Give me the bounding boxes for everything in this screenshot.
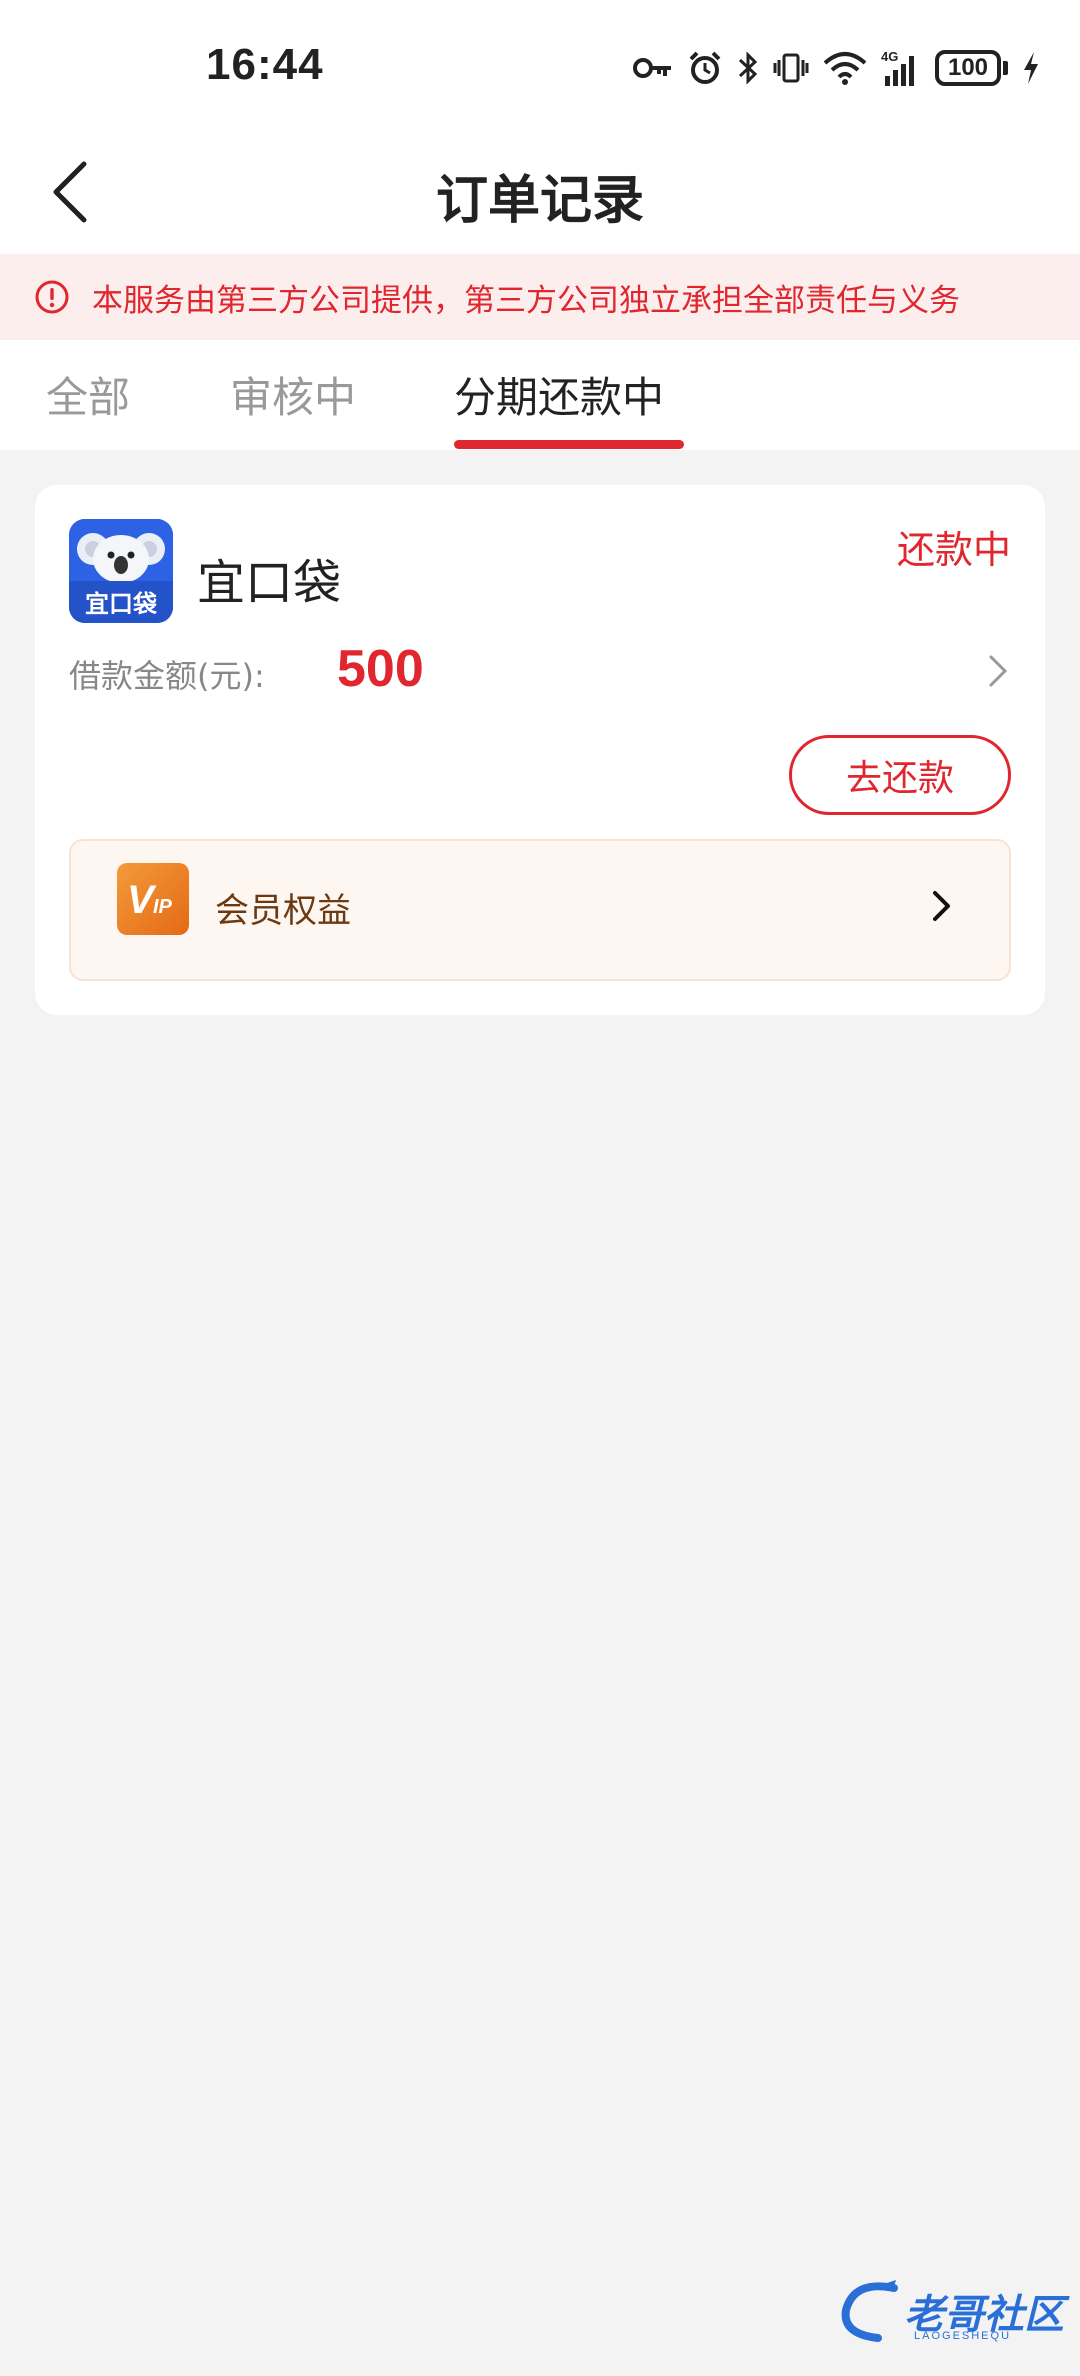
header: 订单记录 bbox=[0, 130, 1080, 254]
status-time: 16:44 bbox=[206, 40, 324, 89]
key-icon bbox=[633, 54, 673, 82]
loan-amount-label: 借款金额(元): bbox=[69, 657, 265, 695]
order-status-badge: 还款中 bbox=[896, 528, 1011, 572]
app-name: 宜口袋 bbox=[197, 555, 342, 611]
vibrate-icon bbox=[773, 50, 809, 86]
signal-4g-icon: 4G bbox=[881, 48, 921, 88]
tab-installment-repaying[interactable]: 分期还款中 bbox=[454, 364, 664, 425]
page-title: 订单记录 bbox=[435, 171, 644, 231]
notice-text: 本服务由第三方公司提供，第三方公司独立承担全部责任与义务 bbox=[92, 282, 960, 319]
svg-text:IP: IP bbox=[153, 896, 173, 918]
status-bar: 16:44 4G 100 bbox=[0, 0, 1080, 130]
chevron-right-icon bbox=[933, 891, 950, 921]
chevron-right-icon bbox=[989, 655, 1008, 687]
tab-reviewing[interactable]: 审核中 bbox=[230, 364, 356, 425]
vip-icon: V IP bbox=[117, 863, 189, 935]
dragon-logo-icon bbox=[841, 2280, 898, 2342]
order-records-page: 16:44 4G 100 订单记录 本服务由第三方公司提供，第三方公司独立承担全… bbox=[0, 0, 1080, 2376]
alarm-icon bbox=[687, 50, 723, 86]
repay-button[interactable]: 去还款 bbox=[789, 735, 1011, 815]
order-card[interactable]: 宜口袋 宜口袋 还款中 借款金额(元): 500 去还款 V IP 会员权益 bbox=[35, 485, 1045, 1015]
wifi-icon bbox=[823, 51, 867, 85]
app-logo: 宜口袋 bbox=[69, 519, 173, 623]
tab-bar: 全部 审核中 分期还款中 bbox=[0, 340, 1080, 450]
tab-all[interactable]: 全部 bbox=[46, 364, 130, 425]
watermark-subtext: LAOGESHEQU bbox=[914, 2330, 1012, 2342]
bluetooth-icon bbox=[737, 50, 759, 86]
status-icons: 4G 100 bbox=[633, 44, 1040, 92]
charging-icon bbox=[1022, 50, 1040, 86]
loan-amount-row[interactable]: 借款金额(元): 500 bbox=[69, 635, 1011, 705]
notice-banner: 本服务由第三方公司提供，第三方公司独立承担全部责任与义务 bbox=[0, 254, 1080, 340]
tab-active-indicator bbox=[454, 440, 684, 449]
battery-icon: 100 bbox=[935, 50, 1008, 86]
loan-amount-value: 500 bbox=[337, 640, 424, 698]
svg-text:4G: 4G bbox=[881, 49, 898, 64]
vip-benefits-label: 会员权益 bbox=[215, 891, 351, 931]
alert-circle-icon bbox=[34, 279, 70, 315]
watermark: 老哥社区 LAOGESHEQU bbox=[834, 2270, 1064, 2350]
app-logo-text: 宜口袋 bbox=[85, 590, 158, 618]
vip-benefits-row[interactable]: V IP 会员权益 bbox=[69, 839, 1011, 981]
battery-level: 100 bbox=[935, 50, 1001, 86]
